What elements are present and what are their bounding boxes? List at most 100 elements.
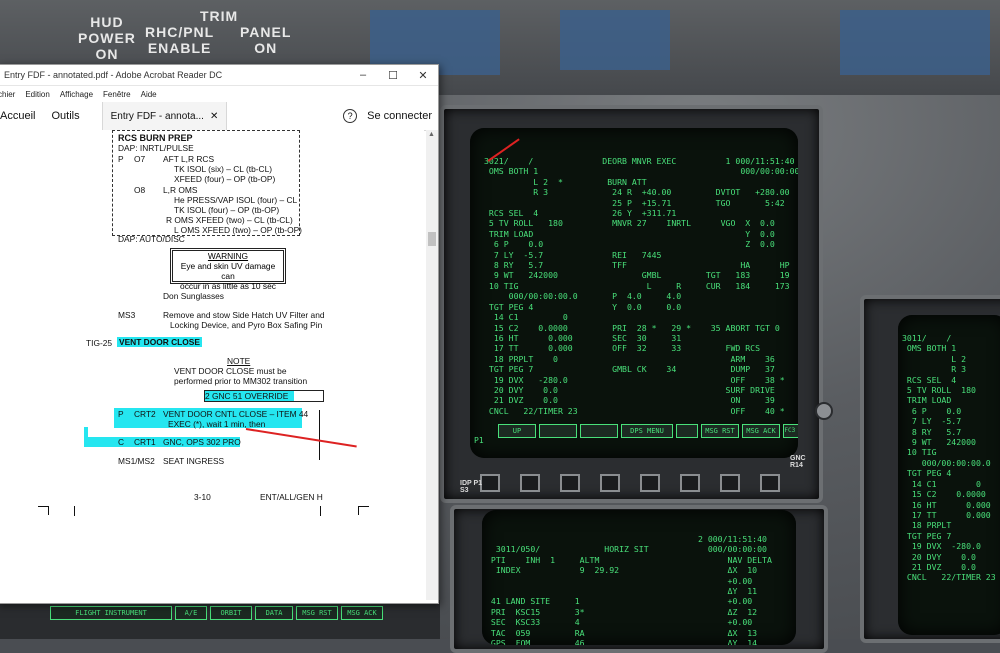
o8-line: R OMS XFEED (two) – CL (tb-CL) [166,215,293,225]
vertical-scrollbar[interactable]: ▲ [426,130,438,600]
document-page: RCS BURN PREP DAP: INRTL/PULSE P O7 AFT … [0,130,424,600]
ms3-line: Remove and stow Side Hatch UV Filter and [163,310,325,320]
o7-label: O7 [134,154,146,164]
softkey-fc3-man[interactable]: FC3 MAN [783,424,798,438]
warning-line: Eye and skin UV damage can [180,261,276,281]
rcs-burn-prep-title: RCS BURN PREP [118,133,193,143]
seat-ingress: SEAT INGRESS [163,456,225,466]
hud-power-label: HUD POWER ON [78,14,136,62]
scroll-thumb[interactable] [428,232,436,246]
key-msg-rst[interactable]: MSG RST [296,606,338,620]
menu-edition[interactable]: Edition [25,90,49,99]
crop-mark [320,506,321,516]
crt-main-screen: 3021/ / DEORB MNVR EXEC 1 000/11:51:40 O… [470,128,798,458]
minimize-icon[interactable]: – [348,69,378,81]
gnc-label: GNC R14 [790,455,806,469]
help-icon[interactable]: ? [343,109,358,123]
crt-bottom-text: 2 000/11:51:40 3011/050/ HORIZ SIT 000/0… [490,534,772,645]
key-flight-instrument[interactable]: FLIGHT INSTRUMENT [50,606,172,620]
crt2-line: VENT DOOR CNTL CLOSE – ITEM 44 [163,409,309,419]
crt-button[interactable] [640,474,660,492]
crt-button[interactable] [760,474,780,492]
don-sunglasses: Don Sunglasses [163,291,224,301]
softkey-msg-rst[interactable]: MSG RST [701,424,739,438]
maximize-icon[interactable]: ☐ [378,69,408,82]
close-icon[interactable]: ✕ [408,69,438,82]
home-tab[interactable]: Accueil [0,110,43,122]
vent-door-close-heading: VENT DOOR CLOSE [117,337,202,347]
warning-box: WARNING Eye and skin UV damage can occur… [170,248,286,291]
crop-mark [74,506,75,516]
tools-tab[interactable]: Outils [43,110,87,122]
o8-label: O8 [134,185,146,195]
crt-button[interactable] [480,474,500,492]
softkey-3[interactable] [580,424,618,438]
brightness-knob[interactable] [815,402,833,420]
key-orbit[interactable]: ORBIT [210,606,252,620]
idp-label: IDP P1 S3 [460,480,483,494]
crt-main-buttons [480,474,780,492]
menu-affichage[interactable]: Affichage [60,90,93,99]
rhc-pnl-label: RHC/PNL ENABLE [145,24,215,56]
o7-line: TK ISOL (six) – CL (tb-CL) [174,164,273,174]
menu-aide[interactable]: Aide [141,90,157,99]
o7-line: XFEED (four) – OP (tb-OP) [174,174,276,184]
signin-button[interactable]: Se connecter [357,110,438,122]
crt-button[interactable] [720,474,740,492]
softkey-up[interactable]: UP [498,424,536,438]
o8-line: TK ISOL (four) – OP (tb-OP) [174,205,280,215]
document-tab-label: Entry FDF - annota... [110,110,204,122]
p-label: P [118,409,124,419]
note-line: VENT DOOR CLOSE must be [174,366,287,376]
o8-line: L OMS XFEED (two) – OP (tb-OP) [174,225,302,235]
title-bar: Entry FDF - annotated.pdf - Adobe Acroba… [0,65,438,86]
blue-pad [560,10,670,70]
crt-softkeys: UP DPS MENU MSG RST MSG ACK FC3 MAN [498,424,798,438]
tig-label: TIG-25 [86,338,113,348]
dap-auto: DAP: AUTO/DISC [118,234,185,244]
softkey-2[interactable] [539,424,577,438]
key-ae[interactable]: A/E [175,606,207,620]
bottom-left-panel: FLIGHT INSTRUMENT A/E ORBIT DATA MSG RST… [0,600,440,639]
softkey-5[interactable] [676,424,698,438]
crt-button[interactable] [560,474,580,492]
bottom-softkeys: FLIGHT INSTRUMENT A/E ORBIT DATA MSG RST… [50,606,383,620]
acrobat-window: Entry FDF - annotated.pdf - Adobe Acroba… [0,64,439,604]
page-number: 3-10 [194,492,211,502]
crt-button[interactable] [600,474,620,492]
crop-mark [38,506,49,515]
crt-button[interactable] [680,474,700,492]
o8-line: He PRESS/VAP ISOL (four) – CL [174,195,298,205]
crop-mark [358,506,369,515]
key-data[interactable]: DATA [255,606,293,620]
ms3-line: Locking Device, and Pyro Box Safing Pin [170,320,323,330]
note-title: NOTE [227,356,251,366]
softkey-msg-ack[interactable]: MSG ACK [742,424,780,438]
crt-button[interactable] [520,474,540,492]
change-bar [319,410,320,460]
crt2-line: EXEC (*), wait 1 min, then [168,419,266,429]
menu-fichier[interactable]: chier [0,90,15,99]
gnc51-box: 2 GNC 51 OVERRIDE [204,390,324,402]
p1-label: P1 [474,436,484,445]
panel-on-label: PANEL ON [240,24,292,56]
o7-line: AFT L,R RCS [163,154,215,164]
warning-title: WARNING [207,251,249,261]
crt-right-screen: 3011/ / OMS BOTH 1 L 2 R 3 RCS SEL 4 5 T… [898,315,1000,635]
crt1-line: GNC, OPS 302 PRO [163,437,241,447]
warning-line: occur in as little as 10 sec [180,281,276,291]
crt-main-text: 3021/ / DEORB MNVR EXEC 1 000/11:51:40 O… [484,156,798,416]
document-tab[interactable]: Entry FDF - annota... ✕ [101,102,228,130]
softkey-dps-menu[interactable]: DPS MENU [621,424,673,438]
crt2-label: CRT2 [134,409,156,419]
toolbar: Accueil Outils Entry FDF - annota... ✕ ?… [0,102,438,131]
menu-fenetre[interactable]: Fenêtre [103,90,131,99]
ms3-label: MS3 [118,310,136,320]
page-footer: ENT/ALL/GEN H [260,492,323,502]
window-title: Entry FDF - annotated.pdf - Adobe Acroba… [4,70,223,80]
scroll-up-icon[interactable]: ▲ [428,131,435,138]
menu-bar: chier Edition Affichage Fenêtre Aide [0,86,438,102]
ms12-label: MS1/MS2 [118,456,155,466]
key-msg-ack[interactable]: MSG ACK [341,606,383,620]
close-tab-icon[interactable]: ✕ [210,111,218,122]
